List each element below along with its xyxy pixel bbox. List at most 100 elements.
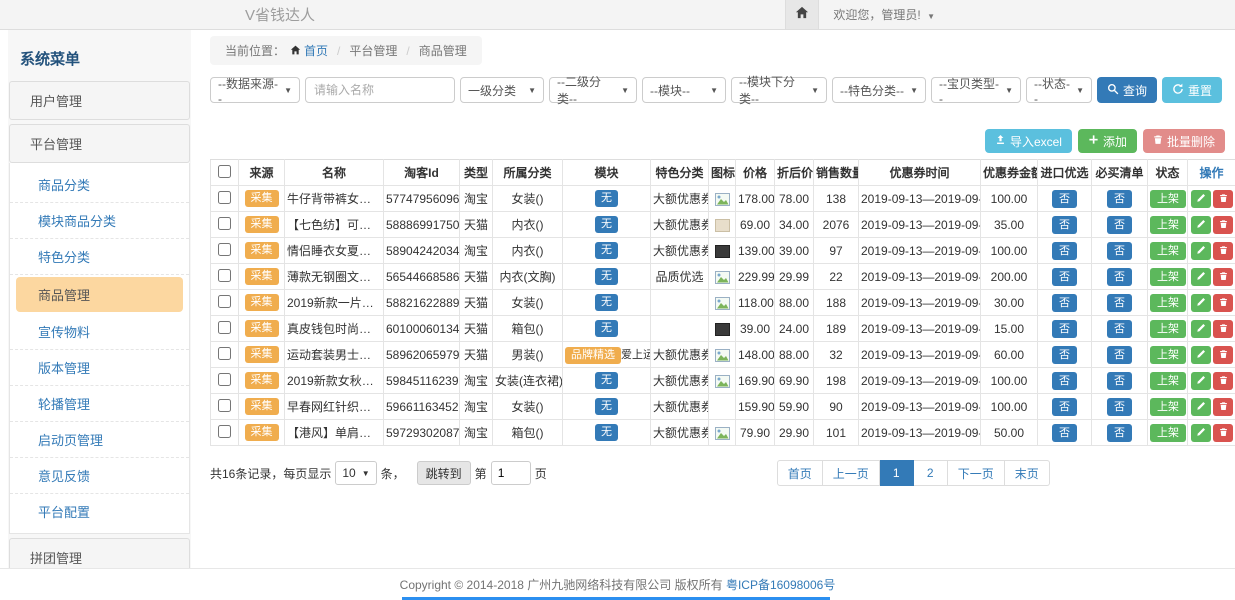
edit-button[interactable] [1191,346,1211,364]
row-checkbox[interactable] [218,373,231,386]
edit-button[interactable] [1191,320,1211,338]
must-buy-toggle[interactable]: 否 [1107,294,1132,312]
edit-button[interactable] [1191,294,1211,312]
edit-button[interactable] [1191,372,1211,390]
status-toggle[interactable]: 上架 [1150,398,1186,416]
import-select-toggle[interactable]: 否 [1052,242,1077,260]
filter-select-status[interactable]: --状态--▼ [1026,77,1092,103]
delete-button[interactable] [1213,372,1233,390]
import-select-toggle[interactable]: 否 [1052,294,1077,312]
edit-button[interactable] [1191,242,1211,260]
must-buy-toggle[interactable]: 否 [1107,216,1132,234]
sidebar-item-宣传物料[interactable]: 宣传物料 [10,314,189,350]
must-buy-toggle[interactable]: 否 [1107,268,1132,286]
must-buy-toggle[interactable]: 否 [1107,398,1132,416]
import-select-toggle[interactable]: 否 [1052,268,1077,286]
sidebar-item-商品分类[interactable]: 商品分类 [10,167,189,203]
page-button-上一页[interactable]: 上一页 [823,460,880,486]
delete-button[interactable] [1213,294,1233,312]
import-select-toggle[interactable]: 否 [1052,346,1077,364]
edit-button[interactable] [1191,216,1211,234]
row-checkbox[interactable] [218,321,231,334]
page-button-2[interactable]: 2 [914,460,948,486]
delete-button[interactable] [1213,190,1233,208]
user-menu[interactable]: 欢迎您，管理员! ▼ [833,6,935,23]
delete-button[interactable] [1213,346,1233,364]
delete-button[interactable] [1213,398,1233,416]
import-select-toggle[interactable]: 否 [1052,372,1077,390]
edit-button[interactable] [1191,398,1211,416]
must-buy-toggle[interactable]: 否 [1107,372,1132,390]
import-select-toggle[interactable]: 否 [1052,320,1077,338]
page-button-下一页[interactable]: 下一页 [948,460,1005,486]
sidebar-item-启动页管理[interactable]: 启动页管理 [10,422,189,458]
page-button-1[interactable]: 1 [880,460,914,486]
row-checkbox[interactable] [218,425,231,438]
page-button-首页[interactable]: 首页 [777,460,823,486]
status-toggle[interactable]: 上架 [1150,216,1186,234]
delete-button[interactable] [1213,320,1233,338]
status-toggle[interactable]: 上架 [1150,320,1186,338]
filter-select-item-type[interactable]: --宝贝类型--▼ [931,77,1021,103]
import-select-toggle[interactable]: 否 [1052,190,1077,208]
delete-button[interactable] [1213,242,1233,260]
search-button[interactable]: 查询 [1097,77,1157,103]
sidebar-group-平台管理[interactable]: 平台管理 [9,124,190,163]
import-select-toggle[interactable]: 否 [1052,424,1077,442]
row-checkbox[interactable] [218,295,231,308]
sidebar-group-用户管理[interactable]: 用户管理 [9,81,190,120]
sidebar-item-平台配置[interactable]: 平台配置 [10,494,189,529]
sidebar-item-版本管理[interactable]: 版本管理 [10,350,189,386]
page-button-末页[interactable]: 末页 [1005,460,1050,486]
status-toggle[interactable]: 上架 [1150,190,1186,208]
edit-button[interactable] [1191,190,1211,208]
status-toggle[interactable]: 上架 [1150,294,1186,312]
batch-delete-button[interactable]: 批量删除 [1143,129,1225,153]
row-checkbox[interactable] [218,217,231,230]
import-select-toggle[interactable]: 否 [1052,216,1077,234]
must-buy-toggle[interactable]: 否 [1107,190,1132,208]
filter-select-module-sub[interactable]: --模块下分类--▼ [731,77,827,103]
status-toggle[interactable]: 上架 [1150,346,1186,364]
breadcrumb-home-link[interactable]: 首页 [290,42,328,59]
row-checkbox[interactable] [218,191,231,204]
delete-button[interactable] [1213,268,1233,286]
reset-button[interactable]: 重置 [1162,77,1222,103]
row-checkbox[interactable] [218,347,231,360]
filter-select-feature-category[interactable]: --特色分类--▼ [832,77,926,103]
must-buy-toggle[interactable]: 否 [1107,424,1132,442]
sidebar-item-特色分类[interactable]: 特色分类 [10,239,189,275]
status-toggle[interactable]: 上架 [1150,242,1186,260]
page-number-input[interactable] [491,461,531,485]
add-button[interactable]: 添加 [1078,129,1137,153]
import-select-toggle[interactable]: 否 [1052,398,1077,416]
status-toggle[interactable]: 上架 [1150,424,1186,442]
edit-button[interactable] [1191,268,1211,286]
name-search-input[interactable] [305,77,455,103]
row-checkbox[interactable] [218,243,231,256]
jump-button[interactable]: 跳转到 [417,461,471,485]
must-buy-toggle[interactable]: 否 [1107,320,1132,338]
must-buy-toggle[interactable]: 否 [1107,242,1132,260]
filter-select-module[interactable]: --模块--▼ [642,77,726,103]
edit-button[interactable] [1191,424,1211,442]
must-buy-toggle[interactable]: 否 [1107,346,1132,364]
filter-select-category-level2[interactable]: --二级分类--▼ [549,77,637,103]
sidebar-item-轮播管理[interactable]: 轮播管理 [10,386,189,422]
sidebar-item-意见反馈[interactable]: 意见反馈 [10,458,189,494]
status-toggle[interactable]: 上架 [1150,372,1186,390]
row-checkbox[interactable] [218,269,231,282]
status-toggle[interactable]: 上架 [1150,268,1186,286]
home-button[interactable] [785,0,819,29]
delete-button[interactable] [1213,424,1233,442]
select-all-checkbox[interactable] [218,165,231,178]
sidebar-group-拼团管理[interactable]: 拼团管理 [9,538,190,568]
delete-button[interactable] [1213,216,1233,234]
row-checkbox[interactable] [218,399,231,412]
filter-select-data-source[interactable]: --数据来源--▼ [210,77,300,103]
per-page-select[interactable]: 10 ▼ [335,461,376,485]
import-excel-button[interactable]: 导入excel [985,129,1072,153]
sidebar-item-模块商品分类[interactable]: 模块商品分类 [10,203,189,239]
icp-link[interactable]: 粤ICP备16098006号 [726,576,835,593]
filter-select-category-level1[interactable]: 一级分类▼ [460,77,544,103]
